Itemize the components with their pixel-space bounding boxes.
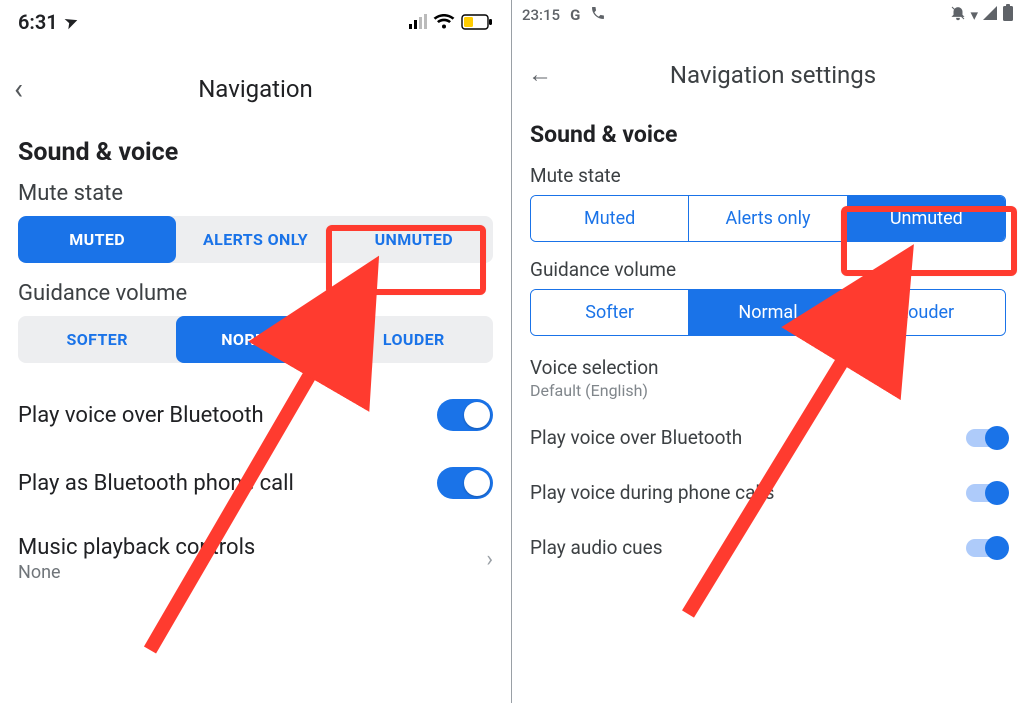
mute-option-muted[interactable]: MUTED: [18, 216, 176, 263]
section-heading-sound-voice: Sound & voice: [18, 138, 493, 167]
guidance-volume-segmented: SOFTER NORMAL LOUDER: [18, 316, 493, 363]
signal-icon: [982, 5, 998, 25]
cellular-signal-icon: [409, 15, 427, 29]
row-voice-selection[interactable]: Voice selection Default (English): [530, 356, 1006, 400]
voice-selection-value: Default (English): [530, 381, 1006, 400]
guidance-option-louder[interactable]: Louder: [848, 290, 1005, 335]
row-play-voice-bluetooth[interactable]: Play voice over Bluetooth: [530, 410, 1006, 465]
google-icon: G: [570, 6, 580, 24]
ios-header: ‹ Navigation: [0, 58, 511, 120]
voice-selection-label: Voice selection: [530, 356, 1006, 379]
guidance-option-normal[interactable]: Normal: [689, 290, 847, 335]
mute-state-segmented: Muted Alerts only Unmuted: [530, 195, 1006, 242]
page-title: Navigation: [198, 75, 313, 103]
phone-icon: [590, 5, 606, 25]
ios-pane: 6:31 ➤ ‹ Navigation Sound & voice: [0, 0, 512, 703]
row-label: Play audio cues: [530, 536, 663, 559]
battery-icon: [461, 14, 493, 30]
android-time: 23:15: [522, 6, 560, 24]
android-content: Sound & voice Mute state Muted Alerts on…: [512, 121, 1024, 575]
toggle-play-voice-bluetooth[interactable]: [437, 399, 493, 431]
row-label: Play voice during phone calls: [530, 481, 774, 504]
row-label: Play as Bluetooth phone call: [18, 471, 437, 496]
guidance-volume-segmented: Softer Normal Louder: [530, 289, 1006, 336]
guidance-volume-label: Guidance volume: [530, 258, 1006, 281]
guidance-volume-label: Guidance volume: [18, 281, 493, 306]
row-label: Play voice over Bluetooth: [18, 403, 437, 428]
android-status-left: 23:15 G: [522, 5, 606, 25]
ios-content: Sound & voice Mute state MUTED ALERTS ON…: [0, 138, 511, 601]
back-button[interactable]: ‹: [14, 72, 23, 107]
chevron-right-icon: ›: [486, 547, 493, 572]
mute-state-label: Mute state: [530, 164, 1006, 187]
row-play-audio-cues[interactable]: Play audio cues: [530, 520, 1006, 575]
guidance-option-softer[interactable]: Softer: [531, 290, 689, 335]
mute-bell-icon: [950, 5, 966, 25]
mute-option-muted[interactable]: Muted: [531, 196, 689, 241]
ios-time: 6:31: [18, 10, 58, 34]
music-playback-label: Music playback controls: [18, 535, 486, 560]
toggle-play-as-bt-call[interactable]: [437, 467, 493, 499]
row-music-playback-controls[interactable]: Music playback controls None ›: [18, 517, 493, 601]
row-play-voice-bluetooth[interactable]: Play voice over Bluetooth: [18, 381, 493, 449]
mute-option-alerts-only[interactable]: Alerts only: [689, 196, 847, 241]
android-pane: 23:15 G ▾ ← Navigation s: [512, 0, 1024, 703]
guidance-option-softer[interactable]: SOFTER: [18, 316, 176, 363]
mute-option-unmuted[interactable]: UNMUTED: [335, 216, 493, 263]
battery-icon: [1002, 4, 1014, 26]
page-title: Navigation settings: [538, 61, 1008, 89]
caret-down-icon: ▾: [970, 6, 978, 24]
music-playback-value: None: [18, 562, 486, 583]
android-status-right: ▾: [950, 4, 1014, 26]
toggle-play-audio-cues[interactable]: [966, 539, 1006, 557]
location-arrow-icon: ➤: [62, 11, 80, 32]
mute-state-segmented: MUTED ALERTS ONLY UNMUTED: [18, 216, 493, 263]
mute-option-alerts-only[interactable]: ALERTS ONLY: [176, 216, 334, 263]
wifi-icon: [433, 14, 455, 30]
toggle-play-voice-bluetooth[interactable]: [966, 429, 1006, 447]
android-status-bar: 23:15 G ▾: [512, 2, 1024, 28]
row-label: Music playback controls None: [18, 535, 486, 583]
ios-status-time: 6:31 ➤: [18, 10, 77, 34]
guidance-option-normal[interactable]: NORMAL: [176, 316, 334, 363]
row-play-voice-during-calls[interactable]: Play voice during phone calls: [530, 465, 1006, 520]
toggle-play-voice-during-calls[interactable]: [966, 484, 1006, 502]
mute-state-label: Mute state: [18, 181, 493, 206]
ios-status-right: [409, 14, 493, 30]
guidance-option-louder[interactable]: LOUDER: [335, 316, 493, 363]
row-play-as-bt-call[interactable]: Play as Bluetooth phone call: [18, 449, 493, 517]
ios-status-bar: 6:31 ➤: [0, 0, 511, 38]
mute-option-unmuted[interactable]: Unmuted: [848, 196, 1005, 241]
row-label: Play voice over Bluetooth: [530, 426, 742, 449]
section-heading-sound-voice: Sound & voice: [530, 121, 1006, 148]
android-header: ← Navigation settings: [512, 40, 1024, 99]
